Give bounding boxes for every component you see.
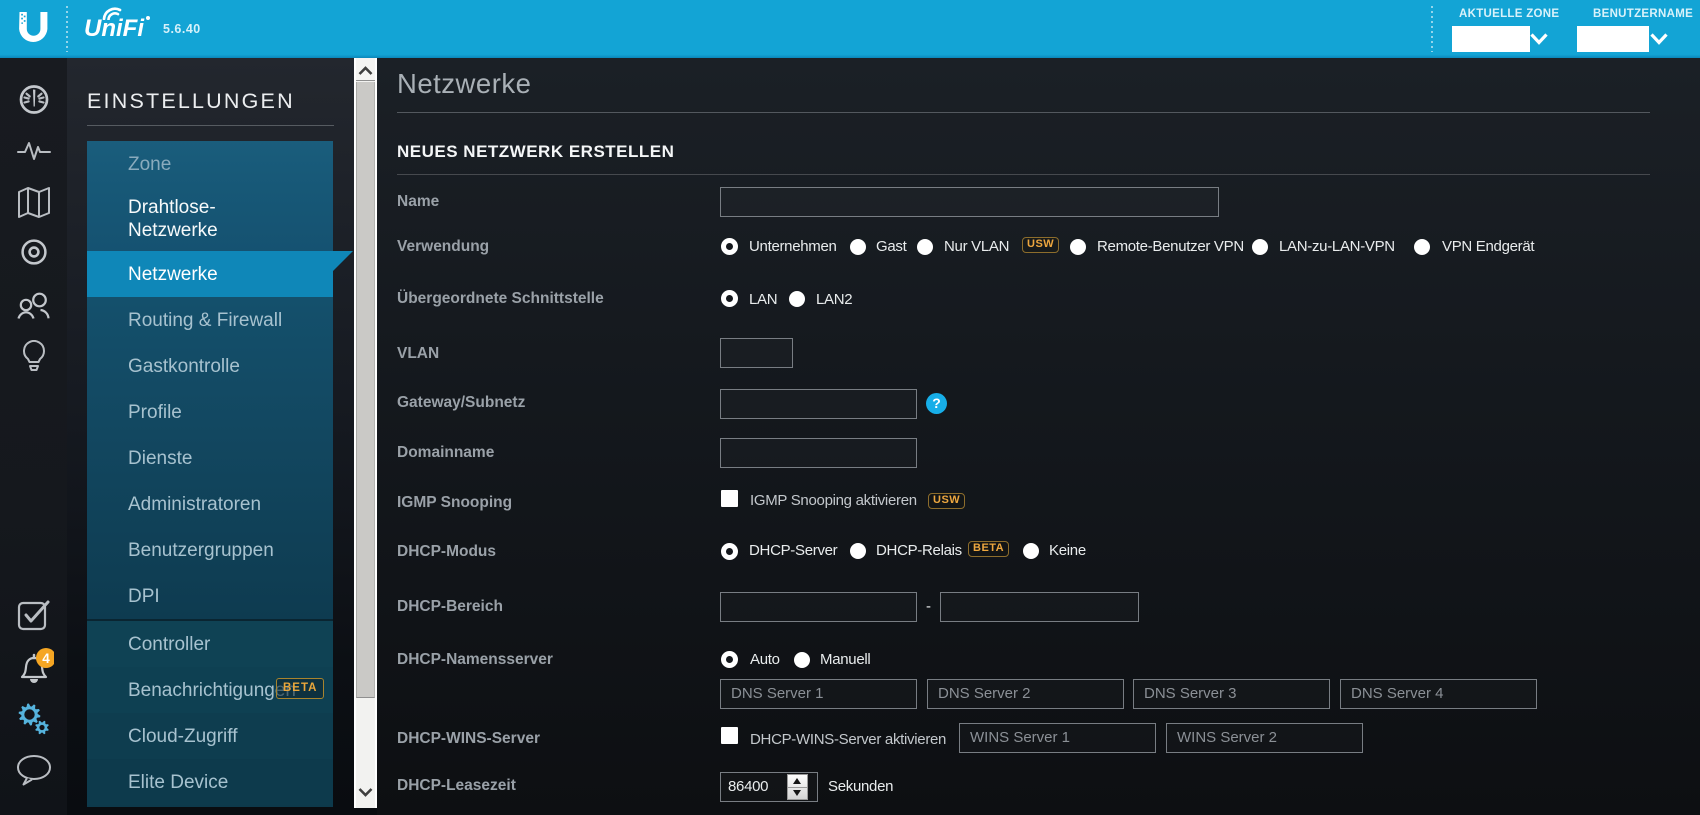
svg-text:4: 4 (42, 651, 50, 666)
